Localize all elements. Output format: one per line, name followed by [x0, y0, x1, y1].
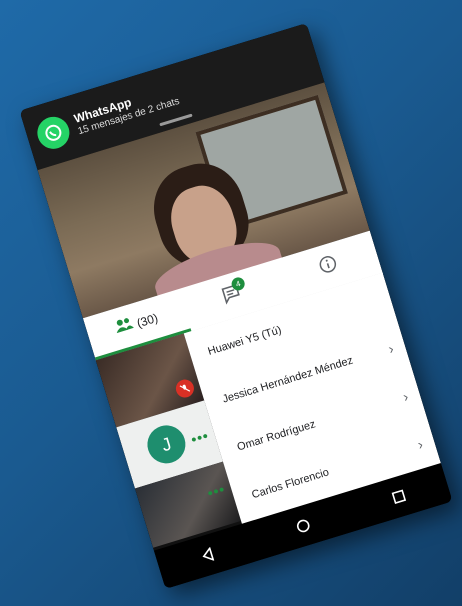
recents-icon — [391, 489, 407, 504]
avatar: J — [142, 420, 191, 469]
people-icon — [113, 315, 136, 338]
mic-off-icon — [173, 377, 197, 400]
participant-name: Omar Rodríguez — [235, 418, 318, 454]
info-icon — [316, 253, 340, 280]
chevron-right-icon: › — [415, 435, 425, 453]
whatsapp-icon — [33, 112, 74, 153]
chevron-right-icon: › — [400, 388, 411, 405]
home-icon — [296, 519, 310, 533]
speaking-indicator-icon: ••• — [189, 427, 211, 448]
participant-name: Huawei Y5 (Tú) — [206, 324, 283, 358]
phone-screen: WhatsApp 15 mensajes de 2 chats (30) 4 J… — [19, 23, 453, 589]
chevron-right-icon: › — [386, 340, 396, 357]
people-count: (30) — [134, 310, 160, 330]
back-icon — [202, 546, 215, 562]
speaking-indicator-icon: ••• — [205, 480, 228, 502]
participant-name: Carlos Florencio — [250, 466, 331, 502]
